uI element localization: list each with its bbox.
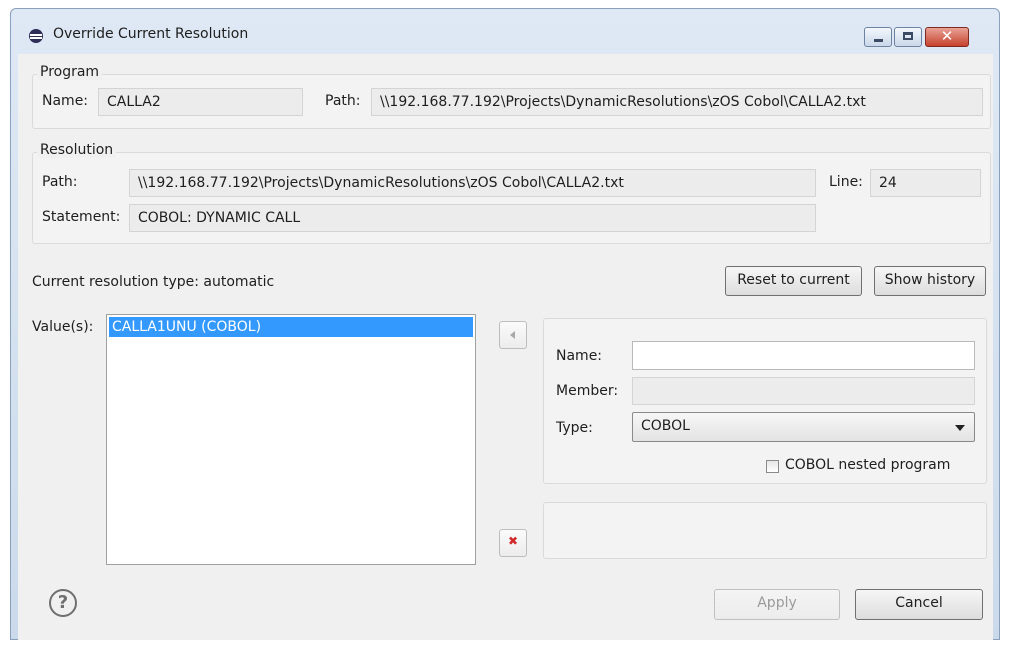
- close-icon: ✕: [940, 27, 954, 45]
- remove-icon: ✖: [507, 534, 519, 548]
- apply-button[interactable]: Apply: [714, 589, 840, 620]
- resolution-line-field[interactable]: 24: [870, 169, 981, 197]
- detail-member-input[interactable]: [632, 377, 975, 405]
- value-detail-panel: Name: Member: Type: COBOL COBOL nested p…: [543, 318, 987, 484]
- override-resolution-dialog: Override Current Resolution ✕ Program Na…: [10, 8, 1000, 640]
- window-title: Override Current Resolution: [53, 26, 249, 42]
- dialog-body: Program Name: CALLA2 Path: \\192.168.77.…: [18, 54, 993, 640]
- program-path-field[interactable]: \\192.168.77.192\Projects\DynamicResolut…: [371, 88, 983, 116]
- detail-member-label: Member:: [556, 383, 619, 399]
- values-list[interactable]: CALLA1UNU (COBOL): [106, 314, 476, 565]
- show-history-button[interactable]: Show history: [874, 266, 986, 296]
- cancel-button[interactable]: Cancel: [855, 589, 983, 620]
- type-select-value: COBOL: [641, 418, 690, 434]
- program-name-label: Name:: [42, 93, 89, 109]
- values-label: Value(s):: [32, 319, 94, 335]
- cobol-nested-label: COBOL nested program: [785, 457, 951, 473]
- minimize-button[interactable]: [864, 27, 892, 47]
- detail-type-label: Type:: [556, 420, 593, 436]
- program-path-label: Path:: [325, 93, 361, 109]
- arrow-left-icon: [510, 331, 515, 339]
- program-group: Program Name: CALLA2 Path: \\192.168.77.…: [32, 64, 991, 129]
- help-icon[interactable]: ?: [49, 589, 77, 617]
- list-item[interactable]: CALLA1UNU (COBOL): [109, 317, 473, 337]
- reset-to-current-button[interactable]: Reset to current: [725, 266, 862, 296]
- cobol-nested-checkbox[interactable]: [766, 460, 779, 473]
- title-bar[interactable]: Override Current Resolution ✕: [11, 9, 999, 54]
- detail-name-input[interactable]: [632, 341, 975, 370]
- resolution-statement-field[interactable]: COBOL: DYNAMIC CALL: [129, 204, 816, 232]
- chevron-down-icon: [955, 425, 965, 431]
- resolution-group-label: Resolution: [37, 142, 117, 158]
- resolution-group: Resolution Path: \\192.168.77.192\Projec…: [32, 142, 991, 244]
- resolution-path-field[interactable]: \\192.168.77.192\Projects\DynamicResolut…: [129, 169, 816, 197]
- resolution-statement-label: Statement:: [42, 209, 121, 225]
- resolution-line-label: Line:: [829, 174, 863, 190]
- empty-panel: [543, 502, 987, 559]
- close-button[interactable]: ✕: [925, 27, 969, 47]
- remove-value-button[interactable]: ✖: [499, 529, 527, 557]
- type-select[interactable]: COBOL: [632, 412, 975, 442]
- program-group-label: Program: [37, 64, 103, 80]
- maximize-icon: [903, 32, 913, 40]
- eclipse-app-icon: [29, 29, 43, 43]
- move-left-button[interactable]: [499, 321, 527, 349]
- maximize-button[interactable]: [894, 27, 922, 47]
- minimize-icon: [874, 39, 883, 42]
- program-name-field[interactable]: CALLA2: [98, 88, 303, 116]
- current-resolution-type-text: Current resolution type: automatic: [32, 274, 275, 290]
- resolution-path-label: Path:: [42, 174, 78, 190]
- detail-name-label: Name:: [556, 348, 603, 364]
